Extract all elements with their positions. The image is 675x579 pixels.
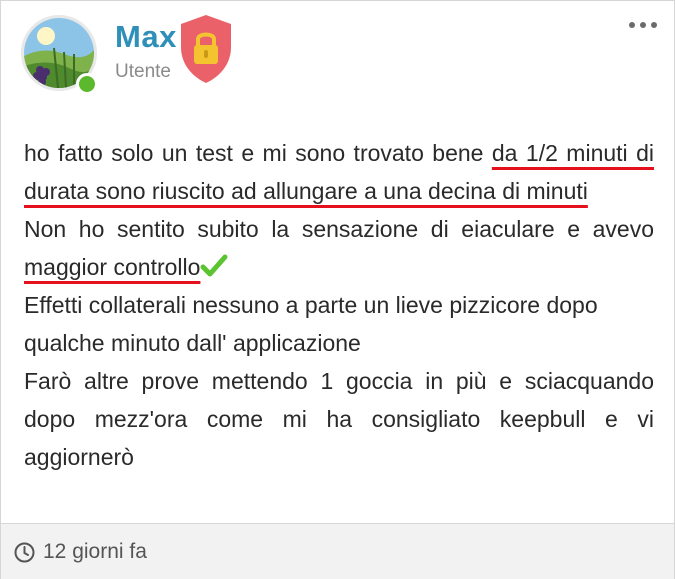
post-paragraph: Effetti collaterali nessuno a parte un l… (24, 292, 598, 356)
author-name[interactable]: Max (115, 19, 177, 55)
post-paragraph: ho fatto solo un test e mi sono trovato … (24, 134, 654, 210)
post-body: ho fatto solo un test e mi sono trovato … (24, 134, 654, 476)
online-status-indicator (76, 73, 98, 95)
more-horizontal-icon (629, 22, 635, 28)
more-options-button[interactable] (625, 15, 661, 37)
post-paragraph: Farò altre prove mettendo 1 goccia in pi… (24, 368, 654, 470)
post-card: Max Utente ho fatto solo un test e mi so… (0, 0, 675, 579)
author-role: Utente (115, 61, 171, 82)
shield-lock-icon (181, 15, 231, 83)
post-timestamp: 12 giorni fa (43, 540, 147, 563)
highlighted-text: maggior controllo (24, 254, 201, 280)
post-footer: 12 giorni fa (1, 523, 674, 579)
checkmark-icon (200, 254, 228, 277)
post-header: Max Utente (1, 1, 674, 111)
post-text: ho fatto solo un test e mi sono trovato … (24, 140, 492, 166)
clock-icon (14, 542, 35, 563)
post-text: Non ho sentito subito la sensazione di e… (24, 216, 654, 242)
post-paragraph: Non ho sentito subito la sensazione di e… (24, 210, 654, 286)
